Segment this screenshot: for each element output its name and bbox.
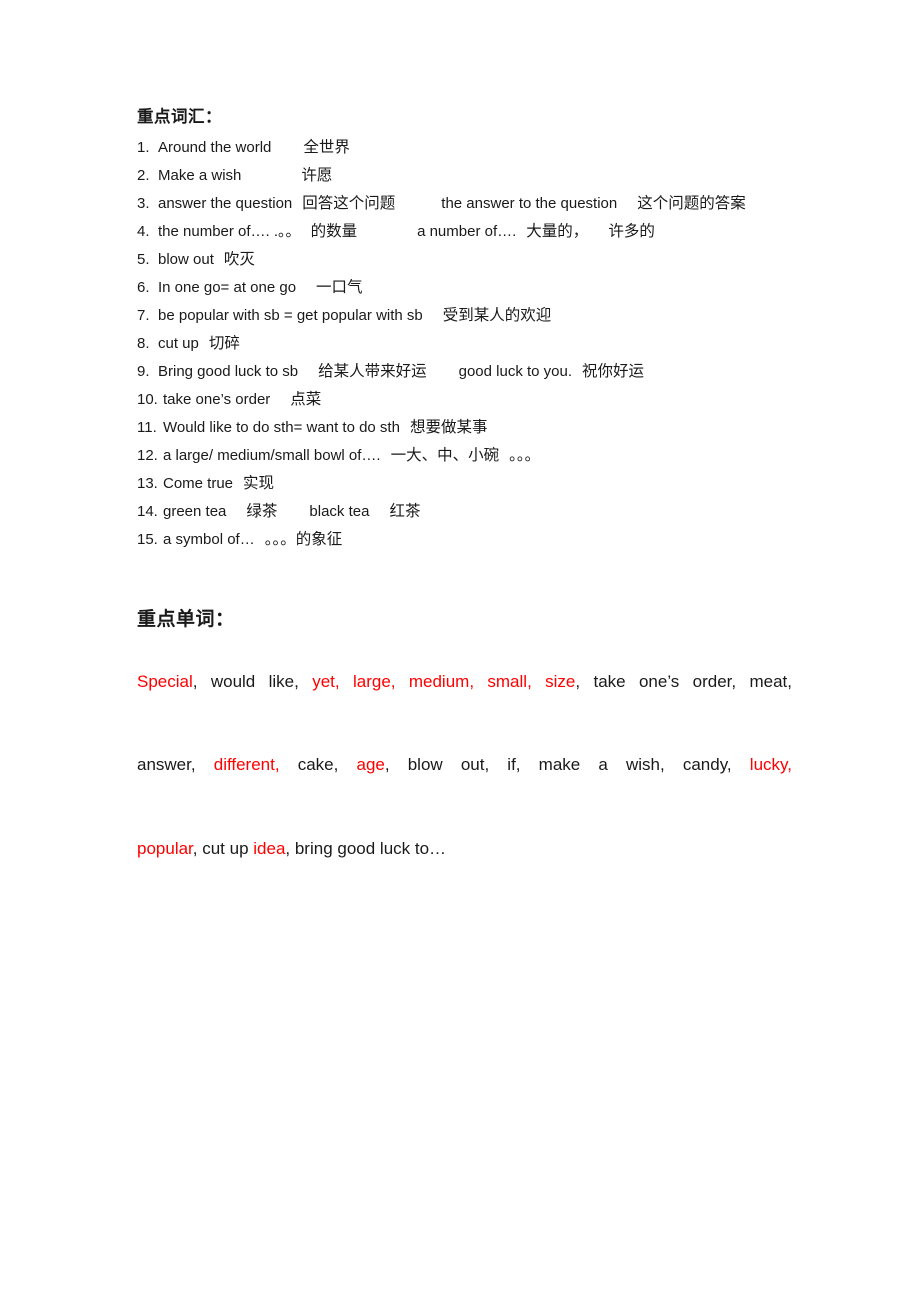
key-word-plain: answer,: [137, 755, 214, 775]
key-word-highlighted: age: [356, 755, 385, 775]
vocab-translation: 全世界: [303, 138, 350, 156]
key-word-plain: cake,: [279, 755, 357, 775]
vocab-translation: 祝你好运: [582, 362, 645, 380]
vocab-item-number: 10.: [137, 390, 158, 408]
document-page: 重点词汇： 1. Around the world 全世界 2. Make a wish…: [0, 0, 920, 1302]
vocab-term: Come true: [163, 474, 234, 492]
key-word-highlighted: Special: [137, 672, 193, 692]
vocab-translation: 一口气: [316, 278, 363, 296]
vocab-translation: 这个问题的答案: [637, 194, 746, 212]
vocab-term: the number of…. .。。: [158, 222, 301, 240]
vocab-item-number: 13.: [137, 474, 158, 492]
key-word-plain: , would like,: [192, 672, 313, 692]
key-word-plain: , blow out, if, make a wish, candy,: [384, 755, 750, 775]
vocab-item-number: 12.: [137, 446, 158, 464]
vocab-item: 13. Come true 实现: [137, 470, 797, 498]
key-word-highlighted: popular: [137, 838, 193, 858]
vocab-translation: 的数量: [310, 222, 358, 240]
vocab-item: 4. the number of…. .。。 的数量 a number of…. 大量的…: [137, 218, 797, 246]
vocab-item-number: 8.: [137, 334, 150, 352]
vocab-term: black tea: [309, 502, 370, 520]
vocab-item-number: 9.: [137, 362, 150, 380]
vocab-item-number: 11.: [137, 418, 157, 436]
key-word-highlighted: yet, large, medium, small, size: [312, 672, 576, 692]
key-words-line: popular, cut up idea, bring good luck to…: [137, 837, 792, 862]
vocab-term: a large/ medium/small bowl of….: [163, 446, 381, 464]
vocab-translation: 绿茶: [246, 502, 278, 520]
vocab-item-number: 15.: [137, 530, 158, 548]
vocab-item: 8. cut up 切碎: [137, 330, 797, 358]
vocab-item: 1. Around the world 全世界: [137, 134, 797, 162]
key-word-highlighted: lucky,: [749, 755, 792, 775]
vocab-translation: 切碎: [208, 334, 240, 352]
vocab-item: 12. a large/ medium/small bowl of…. 一大、中、小…: [137, 442, 797, 470]
vocab-translation: 受到某人的欢迎: [442, 306, 552, 324]
section-heading-key-phrases: 重点词汇：: [137, 107, 222, 126]
vocab-term: be popular with sb = get popular with sb: [158, 306, 423, 324]
key-word-plain: , take one’s order, meat,: [575, 672, 792, 692]
vocab-item: 15. a symbol of… 。。。的象征: [137, 526, 797, 554]
key-words-line: Special, would like, yet, large, medium,…: [137, 670, 792, 719]
vocab-item: 9. Bring good luck to sb 给某人带来好运 good luck …: [137, 358, 797, 386]
vocab-term: Would like to do sth= want to do sth: [163, 418, 400, 436]
key-word-plain: , cut up: [192, 838, 254, 858]
vocab-translation: 点菜: [290, 390, 322, 408]
vocab-term: Make a wish: [158, 166, 242, 184]
key-words-line: answer, different, cake, age, blow out, …: [137, 753, 792, 802]
vocab-term: a number of….: [417, 222, 517, 240]
vocab-translation: 红茶: [389, 502, 421, 520]
vocab-item: 2. Make a wish 许愿: [137, 162, 797, 190]
vocab-term: answer the question: [158, 194, 293, 212]
vocab-item-number: 6.: [137, 278, 150, 296]
vocab-term: Around the world: [158, 138, 272, 156]
vocab-item: 3. answer the question 回答这个问题 the answer to…: [137, 190, 797, 218]
vocab-item-number: 3.: [137, 194, 150, 212]
key-word-highlighted: idea: [253, 838, 286, 858]
vocab-translation: 。。。的象征: [264, 530, 343, 548]
vocab-translation: 许多的: [608, 222, 655, 240]
vocab-translation: 许愿: [301, 166, 333, 184]
vocab-item-number: 1.: [137, 138, 150, 156]
vocab-translation: 吹灭: [223, 250, 255, 268]
vocab-term: In one go= at one go: [158, 278, 297, 296]
vocab-translation: 大量的，: [526, 222, 589, 240]
vocab-term: take one’s order: [163, 390, 271, 408]
key-words-paragraph: Special, would like, yet, large, medium,…: [137, 670, 792, 861]
vocab-item-number: 14.: [137, 502, 158, 520]
vocab-translation: 实现: [243, 474, 275, 492]
vocab-item-number: 4.: [137, 222, 150, 240]
vocab-term: blow out: [158, 250, 214, 268]
vocab-translation: 一大、中、小碗: [390, 446, 500, 464]
vocab-term: good luck to you.: [458, 362, 573, 380]
vocab-item-number: 7.: [137, 306, 150, 324]
vocab-translation: 。。。: [509, 446, 541, 464]
key-phrases-list: 1. Around the world 全世界 2. Make a wish 许愿 3. an…: [137, 134, 797, 554]
vocab-item: 14. green tea 绿茶 black tea 红茶: [137, 498, 797, 526]
vocab-term: Bring good luck to sb: [158, 362, 299, 380]
key-word-highlighted: different,: [213, 755, 280, 775]
vocab-item: 10. take one’s order 点菜: [137, 386, 797, 414]
vocab-item: 6. In one go= at one go 一口气: [137, 274, 797, 302]
key-word-plain: , bring good luck to…: [285, 838, 447, 858]
vocab-term: cut up: [158, 334, 199, 352]
vocab-term: green tea: [163, 502, 227, 520]
vocab-translation: 给某人带来好运: [318, 362, 427, 380]
vocab-item: 11. Would like to do sth= want to do sth 想…: [137, 414, 797, 442]
section2-wrapper: 重点单词：: [137, 606, 797, 635]
vocab-term: a symbol of…: [163, 530, 255, 548]
vocab-item: 5. blow out 吹灭: [137, 246, 797, 274]
vocab-translation: 回答这个问题: [302, 194, 396, 212]
section-heading-key-words: 重点单词：: [137, 608, 235, 630]
document-content: 重点词汇： 1. Around the world 全世界 2. Make a wish…: [137, 104, 797, 861]
vocab-item-number: 2.: [137, 166, 150, 184]
vocab-term: the answer to the question: [441, 194, 618, 212]
vocab-item: 7. be popular with sb = get popular with …: [137, 302, 797, 330]
vocab-item-number: 5.: [137, 250, 150, 268]
vocab-translation: 想要做某事: [409, 418, 488, 436]
